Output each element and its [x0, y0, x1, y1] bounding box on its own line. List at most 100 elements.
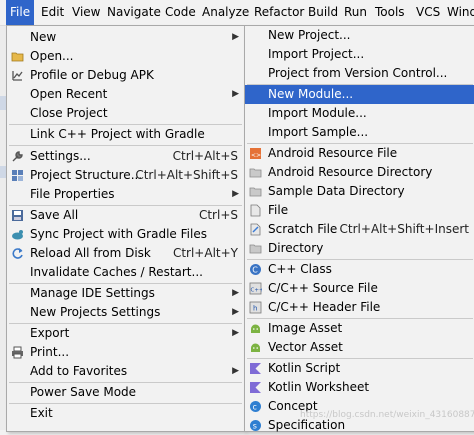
submenu-arrow-icon: ▶: [232, 189, 239, 199]
menu-item-cpp-class[interactable]: C C++ Class: [245, 260, 474, 279]
menu-item-open-recent-label: Open Recent: [30, 87, 108, 101]
menu-item-open[interactable]: Open...: [7, 47, 244, 66]
folder-icon: [249, 242, 262, 255]
menu-analyze-label: Analyze: [202, 5, 250, 19]
menu-bar: File Edit View Navigate Code Analyze Ref…: [0, 0, 474, 26]
menu-item-project-structure-label: Project Structure...: [30, 168, 143, 182]
cpp-header-icon: h: [249, 301, 262, 314]
menu-separator: [9, 145, 242, 146]
menu-item-save-all-label: Save All: [30, 208, 79, 222]
menu-code[interactable]: Code: [161, 0, 200, 25]
printer-icon: [11, 346, 24, 359]
menu-item-manage-ide[interactable]: Manage IDE Settings ▶: [7, 284, 244, 303]
menu-item-power-save[interactable]: Power Save Mode: [7, 383, 244, 402]
menu-item-add-favorites[interactable]: Add to Favorites ▶: [7, 362, 244, 381]
kotlin-icon: [249, 381, 262, 394]
menu-item-new-module-label: New Module...: [268, 87, 354, 101]
menu-item-project-from-vc-label: Project from Version Control...: [268, 66, 448, 80]
menu-item-open-recent[interactable]: Open Recent ▶: [7, 85, 244, 104]
menu-item-exit[interactable]: Exit: [7, 404, 244, 423]
svg-text:s: s: [253, 422, 257, 431]
kotlin-icon: [249, 362, 262, 375]
menu-item-android-resource-dir[interactable]: Android Resource Directory: [245, 163, 474, 182]
menu-item-link-cpp[interactable]: Link C++ Project with Gradle: [7, 125, 244, 144]
menu-item-sync-gradle[interactable]: Sync Project with Gradle Files: [7, 225, 244, 244]
gradle-sync-icon: [11, 228, 24, 241]
menu-view-label: View: [72, 5, 101, 19]
menu-item-invalidate-caches[interactable]: Invalidate Caches / Restart...: [7, 263, 244, 282]
menu-tools[interactable]: Tools: [371, 0, 409, 25]
menu-item-cpp-class-label: C++ Class: [268, 262, 332, 276]
android-icon: [249, 341, 262, 354]
shortcut-reload-disk: Ctrl+Alt+Y: [172, 246, 238, 260]
menu-item-file-properties-label: File Properties: [30, 187, 115, 201]
menu-item-cpp-header[interactable]: h C/C++ Header File: [245, 298, 474, 317]
menu-item-new-project[interactable]: New Project...: [245, 26, 474, 45]
menu-item-android-resource-file[interactable]: <> Android Resource File: [245, 144, 474, 163]
menu-item-file-label: File: [268, 203, 289, 217]
menu-run[interactable]: Run: [340, 0, 371, 25]
menu-item-print[interactable]: Print...: [7, 343, 244, 362]
menu-navigate[interactable]: Navigate: [103, 0, 165, 25]
menu-item-project-structure[interactable]: Project Structure... Ctrl+Alt+Shift+S: [7, 166, 244, 185]
svg-text:<>: <>: [251, 152, 261, 159]
submenu-arrow-icon: ▶: [232, 366, 239, 376]
submenu-arrow-icon: ▶: [232, 32, 239, 42]
menu-item-image-asset[interactable]: Image Asset: [245, 319, 474, 338]
svg-text:C++: C++: [251, 288, 263, 294]
menu-item-sample-data-dir-label: Sample Data Directory: [268, 184, 405, 198]
menu-run-label: Run: [344, 5, 368, 19]
menu-analyze[interactable]: Analyze: [198, 0, 253, 25]
menu-file[interactable]: File: [6, 0, 35, 25]
menu-item-project-from-vc[interactable]: Project from Version Control...: [245, 64, 474, 83]
shortcut-scratch-file: Ctrl+Alt+Shift+Insert: [339, 222, 469, 236]
menu-item-add-favorites-label: Add to Favorites: [30, 364, 128, 378]
menu-item-profile-debug[interactable]: Profile or Debug APK: [7, 66, 244, 85]
menu-item-export[interactable]: Export ▶: [7, 324, 244, 343]
menu-item-save-all[interactable]: Save All Ctrl+S: [7, 206, 244, 225]
menu-item-print-label: Print...: [30, 345, 70, 359]
menu-item-android-resource-file-label: Android Resource File: [268, 146, 398, 160]
menu-edit[interactable]: Edit: [37, 0, 68, 25]
menu-item-cpp-source[interactable]: C++ C/C++ Source File: [245, 279, 474, 298]
menu-item-scratch-file[interactable]: Scratch File Ctrl+Alt+Shift+Insert: [245, 220, 474, 239]
menu-item-new-module[interactable]: New Module...: [245, 85, 474, 104]
menu-item-new-projects-settings-label: New Projects Settings: [30, 305, 161, 319]
menu-item-file[interactable]: File: [245, 201, 474, 220]
menu-view[interactable]: View: [68, 0, 104, 25]
shortcut-project-structure: Ctrl+Alt+Shift+S: [135, 168, 238, 182]
menu-item-directory[interactable]: Directory: [245, 239, 474, 258]
menu-item-cpp-header-label: C/C++ Header File: [268, 300, 381, 314]
menu-item-exit-label: Exit: [30, 406, 53, 420]
menu-item-new[interactable]: New ▶: [7, 28, 244, 47]
menu-item-sample-data-dir[interactable]: Sample Data Directory: [245, 182, 474, 201]
menu-item-new-projects-settings[interactable]: New Projects Settings ▶: [7, 303, 244, 322]
menu-vcs[interactable]: VCS: [412, 0, 444, 25]
menu-build-label: Build: [308, 5, 339, 19]
menu-item-import-module[interactable]: Import Module...: [245, 104, 474, 123]
save-icon: [11, 209, 24, 222]
menu-item-import-sample[interactable]: Import Sample...: [245, 123, 474, 142]
menu-item-vector-asset[interactable]: Vector Asset: [245, 338, 474, 357]
menu-item-profile-debug-label: Profile or Debug APK: [30, 68, 154, 82]
menu-item-manage-ide-label: Manage IDE Settings: [30, 286, 155, 300]
cpp-source-icon: C++: [249, 282, 262, 295]
menu-item-import-project[interactable]: Import Project...: [245, 45, 474, 64]
new-submenu: New Project... Import Project... Project…: [244, 25, 474, 432]
concept-icon: c: [249, 400, 262, 413]
menu-build[interactable]: Build: [304, 0, 342, 25]
android-icon: [249, 322, 262, 335]
menu-item-reload-disk[interactable]: Reload All from Disk Ctrl+Alt+Y: [7, 244, 244, 263]
menu-item-kotlin-script[interactable]: Kotlin Script: [245, 359, 474, 378]
menu-window[interactable]: Wind: [443, 0, 474, 25]
menu-item-vector-asset-label: Vector Asset: [268, 340, 343, 354]
shortcut-settings: Ctrl+Alt+S: [172, 149, 238, 163]
menu-item-close-project[interactable]: Close Project: [7, 104, 244, 123]
menu-item-kotlin-worksheet[interactable]: Kotlin Worksheet: [245, 378, 474, 397]
menu-tools-label: Tools: [375, 5, 405, 19]
menu-refactor[interactable]: Refactor: [250, 0, 308, 25]
menu-item-file-properties[interactable]: File Properties ▶: [7, 185, 244, 204]
menu-item-settings[interactable]: Settings... Ctrl+Alt+S: [7, 147, 244, 166]
menu-item-kotlin-worksheet-label: Kotlin Worksheet: [268, 380, 370, 394]
svg-text:h: h: [253, 305, 257, 313]
